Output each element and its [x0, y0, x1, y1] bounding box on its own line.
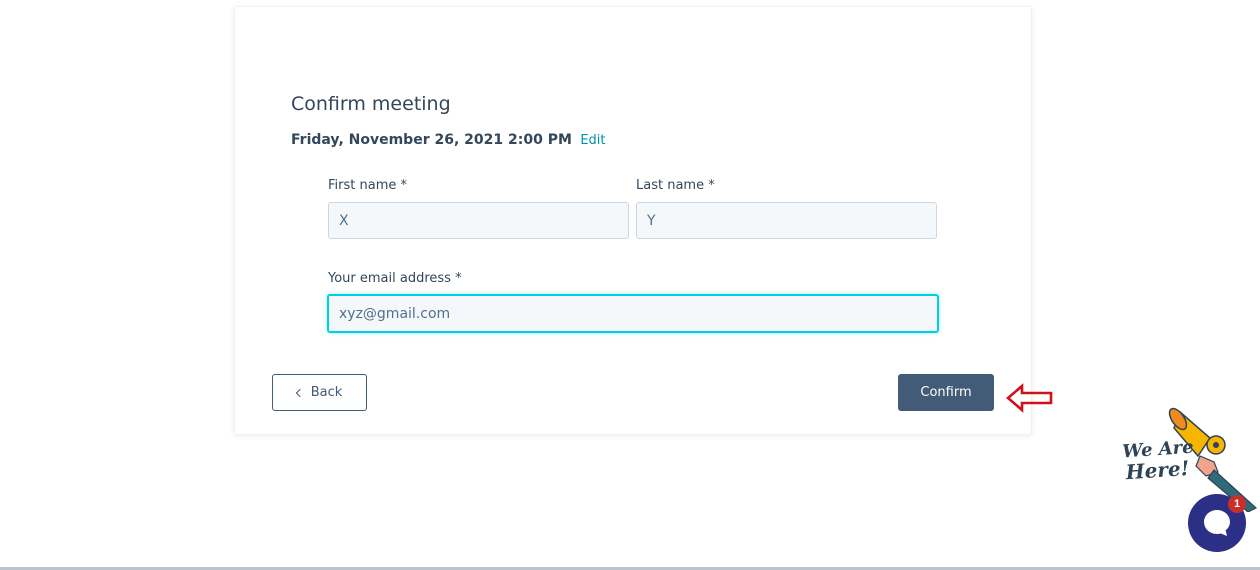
we-are-here-tagline: We Are Here!: [1122, 437, 1196, 485]
back-button[interactable]: Back: [272, 374, 367, 411]
back-button-label: Back: [310, 385, 343, 400]
page: Confirm meeting Friday, November 26, 202…: [0, 0, 1260, 570]
chat-bubble-icon: [1204, 510, 1230, 536]
email-label: Your email address *: [328, 271, 462, 286]
last-name-label: Last name *: [636, 178, 715, 193]
meeting-confirm-card: Confirm meeting Friday, November 26, 202…: [234, 6, 1032, 435]
last-name-input[interactable]: [636, 202, 937, 239]
email-input[interactable]: [327, 294, 939, 333]
page-title: Confirm meeting: [291, 93, 451, 115]
edit-datetime-link[interactable]: Edit: [580, 133, 605, 148]
confirm-button[interactable]: Confirm: [898, 374, 994, 411]
meeting-datetime: Friday, November 26, 2021 2:00 PM: [291, 132, 572, 148]
first-name-input[interactable]: [328, 202, 629, 239]
unread-count-badge: 1: [1228, 495, 1246, 513]
tagline-line-2: Here!: [1124, 455, 1191, 485]
first-name-label: First name *: [328, 178, 407, 193]
chevron-left-icon: [295, 388, 304, 398]
confirm-button-label: Confirm: [920, 385, 972, 400]
meeting-datetime-row: Friday, November 26, 2021 2:00 PM Edit: [291, 132, 606, 148]
arrow-left-outline-icon: [1006, 383, 1053, 413]
